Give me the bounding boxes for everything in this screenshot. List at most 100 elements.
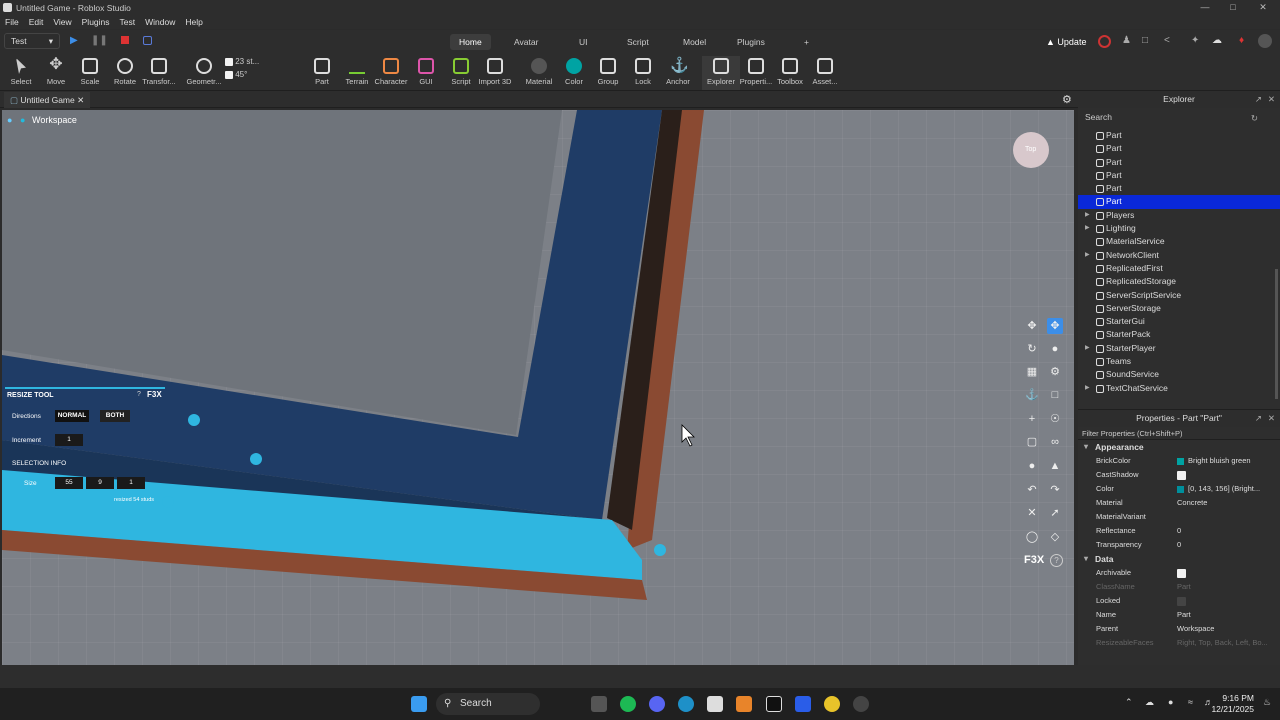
explorer-item-players[interactable]: ▶ Players bbox=[1078, 209, 1280, 222]
notification-bell-icon[interactable]: ♦ bbox=[1239, 35, 1244, 46]
f3x-group-icon[interactable]: ◇ bbox=[1047, 529, 1063, 545]
expand-arrow-icon[interactable]: ▶ bbox=[1085, 382, 1090, 395]
task-view-icon[interactable] bbox=[591, 696, 607, 712]
group-tool[interactable]: Group bbox=[589, 56, 627, 86]
import-3d-tool[interactable]: Import 3D bbox=[476, 56, 514, 86]
roblox-studio-taskbar-icon[interactable] bbox=[766, 696, 782, 712]
f3x-resize-icon[interactable]: ✥ bbox=[1047, 318, 1063, 334]
property-row-resizeablefaces[interactable]: ResizeableFaces Right, Top, Back, Left, B… bbox=[1078, 636, 1280, 650]
explorer-item-textchatservice[interactable]: ▶ TextChatService bbox=[1078, 382, 1280, 395]
explorer-item-part[interactable]: Part bbox=[1078, 129, 1280, 142]
data-section[interactable]: Data bbox=[1078, 552, 1280, 566]
rotate-tool[interactable]: Rotate bbox=[106, 56, 144, 86]
anchor-tool[interactable]: ⚓ Anchor bbox=[659, 56, 697, 86]
explorer-search-input[interactable]: Search ↻ bbox=[1082, 110, 1276, 124]
app-icon[interactable] bbox=[736, 696, 752, 712]
menu-window[interactable]: Window bbox=[140, 17, 180, 27]
app-icon-2[interactable] bbox=[853, 696, 869, 712]
color-tool[interactable]: Color bbox=[555, 56, 593, 86]
f3x-rotate-icon[interactable]: ↻ bbox=[1024, 341, 1040, 357]
property-row-castshadow[interactable]: CastShadow bbox=[1078, 468, 1280, 482]
pause-icon[interactable]: ❚❚ bbox=[91, 35, 108, 46]
property-value[interactable]: 0 bbox=[1177, 524, 1181, 538]
tray-chevron-up-icon[interactable]: ⌃ bbox=[1125, 697, 1133, 708]
f3x-redo-icon[interactable]: ↷ bbox=[1047, 482, 1063, 498]
profile-avatar[interactable] bbox=[1258, 34, 1272, 48]
property-row-name[interactable]: Name Part bbox=[1078, 608, 1280, 622]
team-create-icon[interactable]: ♟ bbox=[1122, 35, 1131, 46]
material-tool[interactable]: Material bbox=[520, 56, 558, 86]
properties-toggle[interactable]: Properti... bbox=[737, 56, 775, 86]
wifi-icon[interactable]: ≈ bbox=[1188, 697, 1193, 707]
color-swatch[interactable] bbox=[1177, 485, 1184, 493]
property-row-color[interactable]: Color [0, 143, 156] (Bright... bbox=[1078, 482, 1280, 496]
clock[interactable]: 9:16 PM 12/21/2025 bbox=[1211, 693, 1254, 715]
tab-ui[interactable]: UI bbox=[570, 34, 597, 50]
share-icon[interactable]: < bbox=[1164, 35, 1170, 46]
tab-script[interactable]: Script bbox=[618, 34, 658, 50]
increment-input[interactable]: 1 bbox=[55, 434, 83, 446]
property-row-locked[interactable]: Locked bbox=[1078, 594, 1280, 608]
edge-icon[interactable] bbox=[678, 696, 694, 712]
chrome-icon[interactable] bbox=[824, 696, 840, 712]
taskbar-search[interactable]: ⚲ Search bbox=[436, 693, 540, 715]
resize-handle[interactable] bbox=[188, 414, 200, 426]
property-row-classname[interactable]: ClassName Part bbox=[1078, 580, 1280, 594]
property-row-parent[interactable]: Parent Workspace bbox=[1078, 622, 1280, 636]
pop-out-icon[interactable]: ↗ bbox=[1255, 91, 1262, 108]
explorer-item-part[interactable]: Part bbox=[1078, 142, 1280, 155]
property-value[interactable] bbox=[1177, 566, 1186, 580]
checkbox-unchecked[interactable] bbox=[1177, 596, 1186, 606]
property-value[interactable] bbox=[1177, 594, 1186, 608]
explorer-item-soundservice[interactable]: SoundService bbox=[1078, 368, 1280, 381]
script-tool[interactable]: Script bbox=[442, 56, 480, 86]
f3x-decorate-icon[interactable]: ▲ bbox=[1047, 458, 1063, 474]
property-row-materialvariant[interactable]: MaterialVariant bbox=[1078, 510, 1280, 524]
resize-help-icon[interactable]: ? bbox=[137, 391, 141, 398]
f3x-mesh-icon[interactable]: ☉ bbox=[1047, 411, 1063, 427]
expand-arrow-icon[interactable]: ▶ bbox=[1085, 222, 1090, 235]
menu-file[interactable]: File bbox=[0, 17, 24, 27]
f3x-new-part-icon[interactable]: + bbox=[1024, 411, 1040, 427]
property-row-material[interactable]: Material Concrete bbox=[1078, 496, 1280, 510]
notifications-icon[interactable]: ♨ bbox=[1263, 697, 1271, 708]
explorer-item-replicatedstorage[interactable]: ReplicatedStorage bbox=[1078, 275, 1280, 288]
lock-tool[interactable]: Lock bbox=[624, 56, 662, 86]
property-value[interactable]: Bright bluish green bbox=[1177, 454, 1251, 468]
property-row-brickcolor[interactable]: BrickColor Bright bluish green bbox=[1078, 454, 1280, 468]
property-value[interactable] bbox=[1177, 468, 1186, 482]
f3x-surface-icon[interactable]: ▦ bbox=[1024, 364, 1040, 380]
scale-tool[interactable]: Scale bbox=[71, 56, 109, 86]
chat-icon[interactable]: □ bbox=[1142, 35, 1148, 46]
character-tool[interactable]: Character bbox=[372, 56, 410, 86]
stop-icon[interactable] bbox=[121, 36, 129, 44]
size-x-value[interactable]: 55 bbox=[55, 477, 83, 489]
property-value[interactable]: Concrete bbox=[1177, 496, 1207, 510]
avatar-icon[interactable] bbox=[1098, 35, 1111, 48]
select-tool[interactable]: Select bbox=[2, 56, 40, 86]
explorer-item-part[interactable]: Part bbox=[1078, 195, 1280, 209]
move-tool[interactable]: ✥ Move bbox=[37, 56, 75, 87]
expand-arrow-icon[interactable]: ▶ bbox=[1085, 342, 1090, 355]
asset-manager-toggle[interactable]: Asset... bbox=[806, 56, 844, 86]
property-value[interactable]: Workspace bbox=[1177, 622, 1214, 636]
tab-plugins[interactable]: Plugins bbox=[728, 34, 774, 50]
minimize-icon[interactable]: — bbox=[1192, 0, 1218, 15]
transform-tool[interactable]: Transfor... bbox=[140, 56, 178, 86]
add-tab-plus-icon[interactable]: + bbox=[795, 34, 818, 50]
explorer-item-part[interactable]: Part bbox=[1078, 169, 1280, 182]
rotate-snap[interactable]: 45° bbox=[225, 70, 287, 79]
menu-help[interactable]: Help bbox=[180, 17, 207, 27]
tab-home[interactable]: Home bbox=[450, 34, 491, 50]
f3x-paint-icon[interactable]: ● bbox=[1047, 341, 1063, 357]
property-row-transparency[interactable]: Transparency 0 bbox=[1078, 538, 1280, 552]
resize-handle[interactable] bbox=[250, 453, 262, 465]
f3x-collision-icon[interactable]: □ bbox=[1047, 387, 1063, 403]
explorer-item-lighting[interactable]: ▶ Lighting bbox=[1078, 222, 1280, 235]
f3x-move-icon[interactable]: ✥ bbox=[1024, 318, 1040, 334]
menu-edit[interactable]: Edit bbox=[24, 17, 49, 27]
explorer-item-starterpack[interactable]: StarterPack bbox=[1078, 328, 1280, 341]
menu-test[interactable]: Test bbox=[115, 17, 141, 27]
property-value[interactable]: Right, Top, Back, Left, Bo... bbox=[1177, 636, 1268, 650]
f3x-undo-icon[interactable]: ↶ bbox=[1024, 482, 1040, 498]
